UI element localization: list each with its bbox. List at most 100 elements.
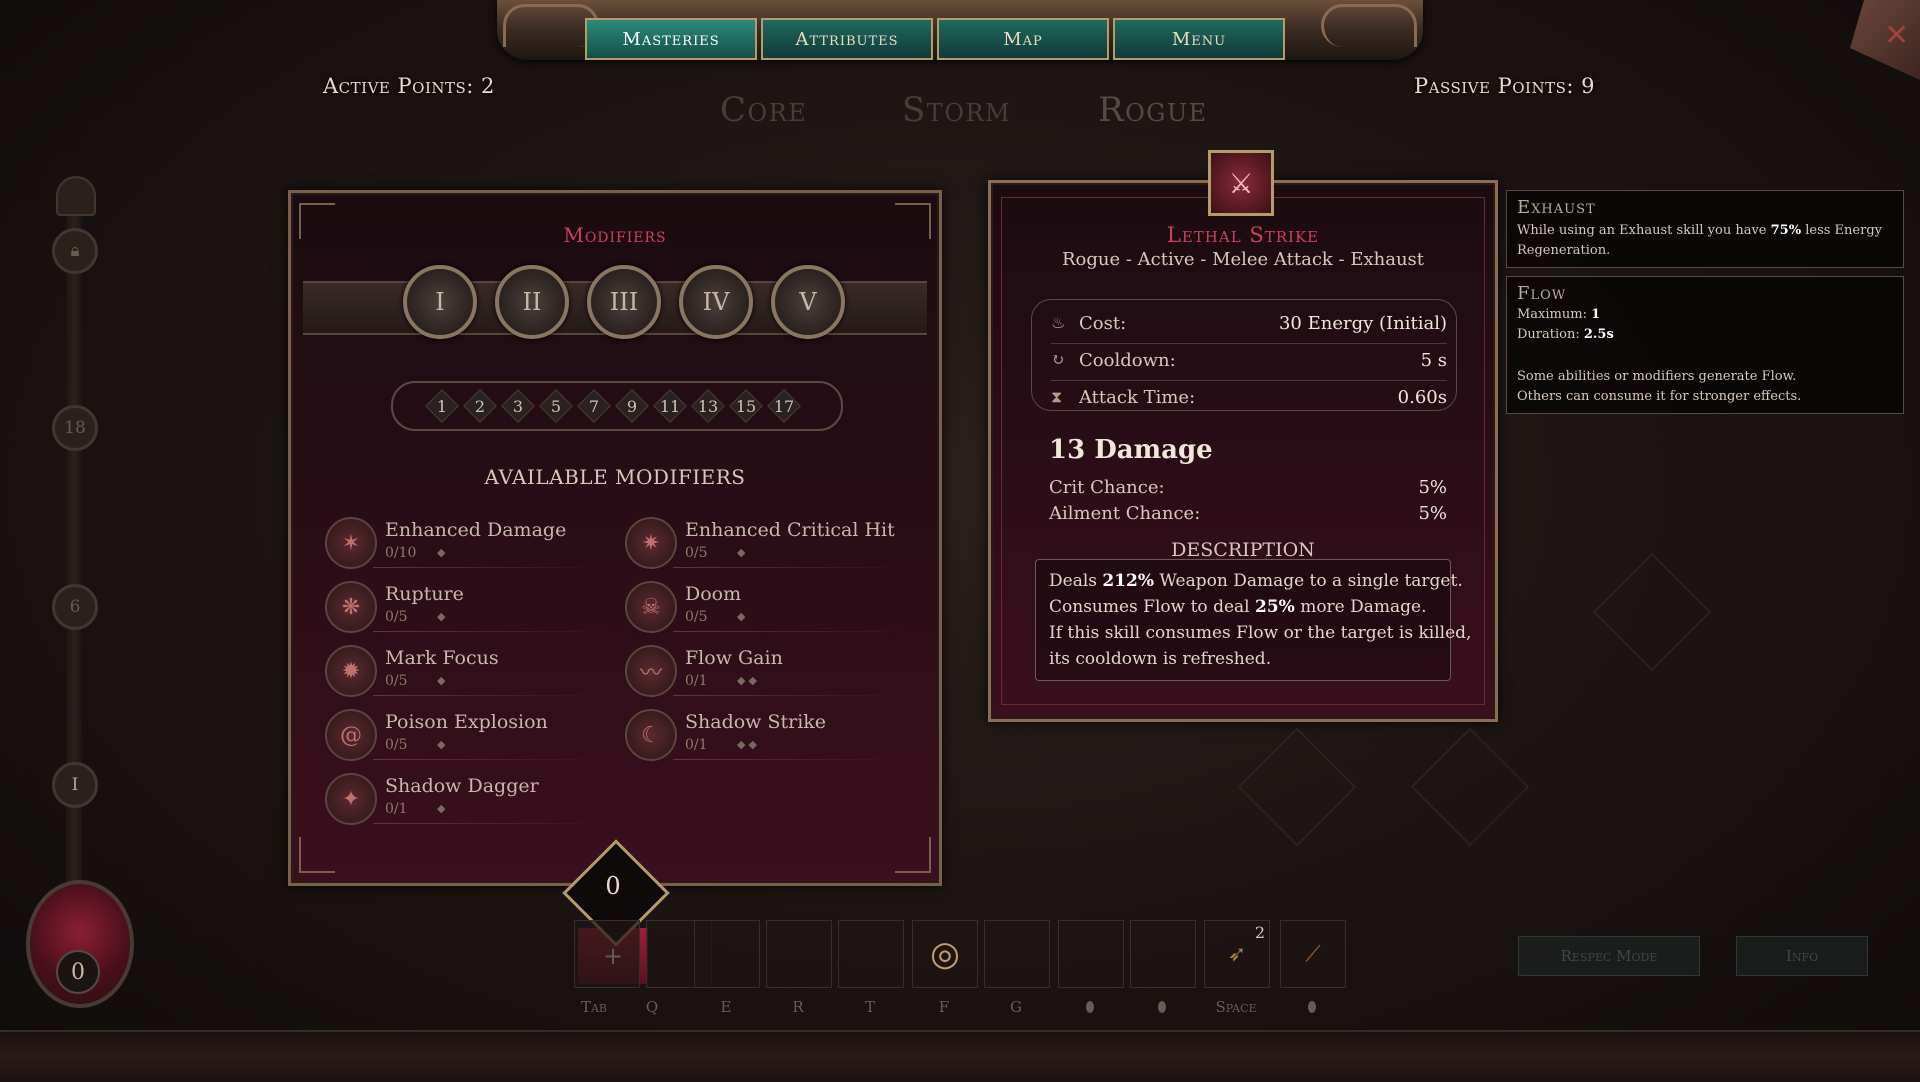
shadow-icon: ☾ [625, 709, 677, 761]
key-label: G [1010, 998, 1022, 1016]
hotbar-slot-tab[interactable] [574, 920, 640, 988]
key-label: Q [645, 998, 659, 1016]
modifier-name: Flow Gain [685, 647, 783, 669]
hotbar-slot-g[interactable] [984, 920, 1050, 988]
stat-label: Cost: [1079, 313, 1127, 334]
tab-menu[interactable]: Menu [1113, 18, 1285, 60]
corner-ornament [895, 837, 931, 873]
tier-button-3[interactable]: III [587, 265, 661, 339]
description-label: DESCRIPTION [1171, 539, 1315, 561]
stat-label: Attack Time: [1079, 387, 1196, 408]
key-label: R [792, 998, 804, 1016]
description-line: Deals 212% Weapon Damage to a single tar… [1049, 571, 1463, 591]
dash-skill-icon: ➶ [1227, 941, 1247, 967]
tier-button-1[interactable]: I [403, 265, 477, 339]
cooldown-icon: ↻ [1051, 350, 1065, 369]
lock-icon: 🔒︎ [52, 228, 98, 274]
spiral-icon: @ [325, 709, 377, 761]
level-node-1: I [52, 762, 98, 808]
ailment-chance-row: Ailment Chance: 5% [1049, 503, 1447, 524]
crit-chance-value: 5% [1418, 477, 1447, 498]
crit-chance-row: Crit Chance: 5% [1049, 477, 1447, 498]
hotbar-slot-f[interactable]: ◎ [912, 920, 978, 988]
modifier-count: 0/1 [685, 673, 708, 689]
modifier-count: 0/5 [385, 673, 408, 689]
tooltip-title: Flow [1517, 283, 1567, 304]
nav-scroll-ornament-right [1321, 4, 1417, 47]
modifiers-title: Modifiers [563, 223, 667, 247]
mouse-left-icon: ⬮ [1085, 998, 1095, 1016]
respec-mode-button[interactable]: Respec Mode [1518, 936, 1700, 976]
tier-button-2[interactable]: II [495, 265, 569, 339]
modifier-shadow-dagger[interactable]: ✦ Shadow Dagger 0/1 ◆ [325, 771, 615, 827]
modifier-enhanced-damage[interactable]: ✶ Enhanced Damage 0/10 ◆ [325, 515, 615, 571]
tooltip-title: Exhaust [1517, 197, 1596, 218]
modifier-cost-pips: ◆◆ [737, 674, 760, 687]
level-diamond: 3 [501, 389, 535, 423]
hotbar-slot-e[interactable] [694, 920, 760, 988]
skill-tags: Rogue - Active - Melee Attack - Exhaust [1061, 249, 1425, 270]
hotbar-slot-mouse-right[interactable] [1130, 920, 1196, 988]
orb-value: 0 [56, 950, 100, 994]
description-line: Consumes Flow to deal 25% more Damage. [1049, 597, 1427, 617]
doom-icon: ☠ [625, 581, 677, 633]
divider [373, 759, 605, 760]
level-diamond: 7 [577, 389, 611, 423]
mark-icon: ✹ [325, 645, 377, 697]
close-button[interactable]: ✕ [1850, 0, 1920, 80]
modifiers-panel: Modifiers I II III IV V 1 2 3 5 7 9 11 1… [288, 190, 942, 886]
flow-tooltip: Flow Maximum: 1 Duration: 2.5s Some abil… [1506, 276, 1904, 414]
modifier-enhanced-critical-hit[interactable]: ✷ Enhanced Critical Hit 0/5 ◆ [625, 515, 915, 571]
skill-damage: 13 Damage [1049, 435, 1213, 465]
divider [673, 631, 905, 632]
exhaust-tooltip: Exhaust While using an Exhaust skill you… [1506, 190, 1904, 268]
close-icon: ✕ [1884, 18, 1910, 53]
divider [1051, 343, 1447, 344]
tab-attributes[interactable]: Attributes [761, 18, 933, 60]
info-button[interactable]: Info [1736, 936, 1868, 976]
key-label: Space [1215, 998, 1257, 1016]
skill-title: Lethal Strike [1166, 223, 1320, 247]
modifier-doom[interactable]: ☠ Doom 0/5 ◆ [625, 579, 915, 635]
ailment-chance-label: Ailment Chance: [1049, 503, 1201, 524]
tier-button-4[interactable]: IV [679, 265, 753, 339]
hotbar-slot-mouse-middle[interactable]: ⟋ [1280, 920, 1346, 988]
modifier-name: Enhanced Critical Hit [685, 519, 895, 541]
modifier-flow-gain[interactable]: 〰 Flow Gain 0/1 ◆◆ [625, 643, 915, 699]
tab-map[interactable]: Map [937, 18, 1109, 60]
modifier-cost-pips: ◆◆ [737, 738, 760, 751]
skill-details-panel: Lethal Strike Rogue - Active - Melee Att… [988, 180, 1498, 722]
tier-button-5[interactable]: V [771, 265, 845, 339]
modifier-cost-pips: ◆ [437, 546, 449, 559]
modifier-count: 0/1 [385, 801, 408, 817]
modifier-counter: 0 [605, 872, 621, 900]
mastery-tab-storm[interactable]: Storm [902, 90, 1011, 130]
mastery-tab-core[interactable]: Core [720, 90, 807, 130]
level-diamond: 13 [691, 389, 725, 423]
burst-icon: ✷ [625, 517, 677, 569]
divider [1051, 380, 1447, 381]
modifier-cost-pips: ◆ [737, 610, 749, 623]
modifier-count: 0/5 [685, 609, 708, 625]
tooltip-line: Regeneration. [1517, 243, 1611, 258]
tooltip-line: Duration: 2.5s [1517, 327, 1614, 342]
modifier-mark-focus[interactable]: ✹ Mark Focus 0/5 ◆ [325, 643, 615, 699]
hotbar-slot-mouse-left[interactable] [1058, 920, 1124, 988]
hotbar-slot-r[interactable] [766, 920, 832, 988]
slot-charge-count: 2 [1254, 923, 1265, 942]
rupture-icon: ❋ [325, 581, 377, 633]
modifier-poison-explosion[interactable]: @ Poison Explosion 0/5 ◆ [325, 707, 615, 763]
modifier-rupture[interactable]: ❋ Rupture 0/5 ◆ [325, 579, 615, 635]
modifier-name: Poison Explosion [385, 711, 548, 733]
hotbar-slot-space[interactable]: ➶ 2 [1204, 920, 1270, 988]
modifier-count: 0/5 [685, 545, 708, 561]
level-diamond: 5 [539, 389, 573, 423]
bottom-ornament-strip [0, 1030, 1920, 1082]
hotbar-slot-t[interactable] [838, 920, 904, 988]
top-navigation: Masteries Attributes Map Menu [497, 0, 1423, 60]
divider [673, 759, 905, 760]
modifier-shadow-strike[interactable]: ☾ Shadow Strike 0/1 ◆◆ [625, 707, 915, 763]
tab-masteries[interactable]: Masteries [585, 18, 757, 60]
stat-label: Cooldown: [1079, 350, 1176, 371]
mastery-tab-rogue[interactable]: Rogue [1098, 90, 1208, 130]
